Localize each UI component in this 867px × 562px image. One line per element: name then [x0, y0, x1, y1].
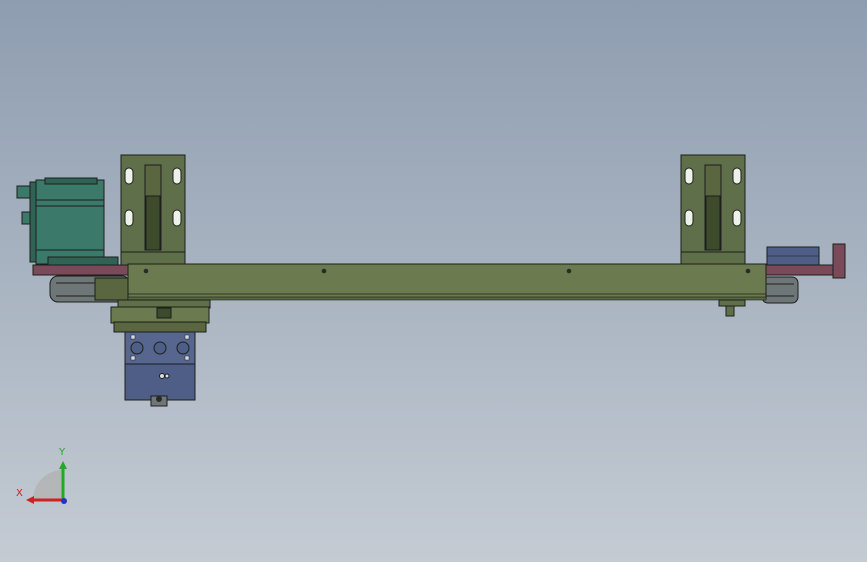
triad-z-axis [61, 498, 67, 504]
main-rail [127, 263, 767, 301]
left-pulley [49, 275, 132, 303]
cad-viewport[interactable]: X Y [0, 0, 867, 562]
left-bracket [120, 154, 186, 266]
triad-x-label: X [16, 488, 23, 499]
triad-y-label: Y [58, 447, 66, 458]
cad-model-view: X Y [0, 0, 867, 562]
tensioner-block [766, 246, 820, 266]
right-bracket [680, 154, 746, 266]
carriage [110, 299, 211, 333]
cylinder-block [124, 331, 196, 407]
right-pulley [761, 276, 799, 304]
drive-motor [16, 177, 119, 266]
